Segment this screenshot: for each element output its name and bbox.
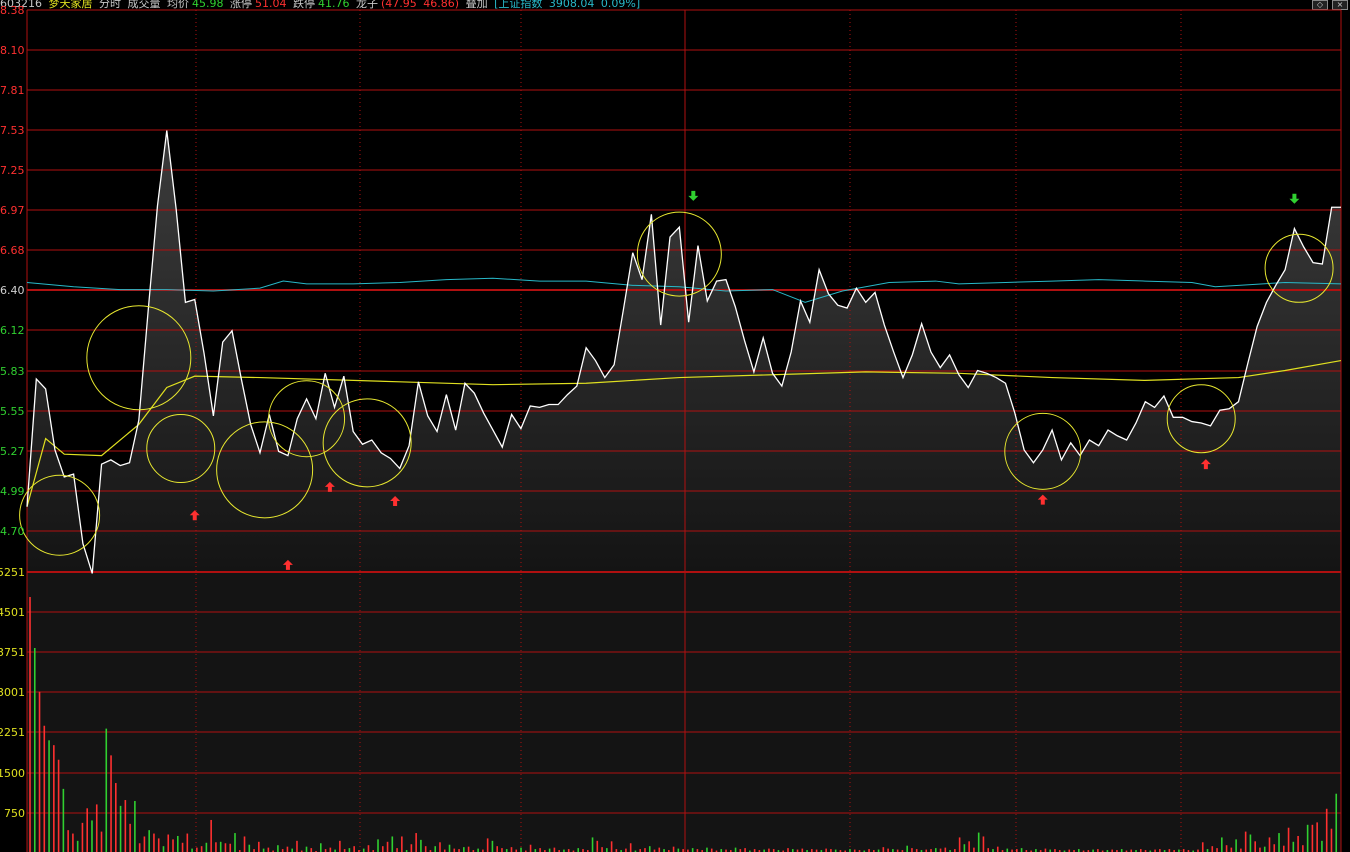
sell-arrow-icon — [1289, 193, 1300, 204]
price-area-fill — [27, 130, 1341, 574]
price-tick-label: 5.83 — [0, 365, 25, 378]
intraday-chart: 8.38 8.10 7.81 7.53 7.25 6.97 6.68 6.40 6.12 5.83… — [0, 4, 1342, 852]
volume-tick-label: 4501 — [0, 606, 25, 619]
price-tick-label: 4.99 — [0, 485, 25, 498]
volume-tick-label: 3001 — [0, 686, 25, 699]
sell-arrow-icon — [688, 190, 699, 201]
price-tick-label: 5.55 — [0, 405, 25, 418]
volume-panel-bg — [27, 572, 1341, 852]
price-tick-label: 6.12 — [0, 324, 25, 337]
price-tick-label: 7.81 — [0, 84, 25, 97]
price-tick-label: 5.27 — [0, 445, 25, 458]
price-tick-label: 4.70 — [0, 525, 25, 538]
volume-tick-label: 2251 — [0, 726, 25, 739]
price-tick-label: 6.40 — [0, 284, 25, 297]
volume-tick-label: 1500 — [0, 767, 25, 780]
price-tick-label: 6.68 — [0, 244, 25, 257]
volume-tick-label: 3751 — [0, 646, 25, 659]
price-tick-label: 8.10 — [0, 44, 25, 57]
price-tick-label: 8.38 — [0, 4, 25, 17]
price-tick-label: 7.25 — [0, 164, 25, 177]
volume-tick-label: 5251 — [0, 566, 25, 579]
price-tick-label: 7.53 — [0, 124, 25, 137]
price-tick-label: 6.97 — [0, 204, 25, 217]
volume-tick-label: 750 — [4, 807, 25, 820]
